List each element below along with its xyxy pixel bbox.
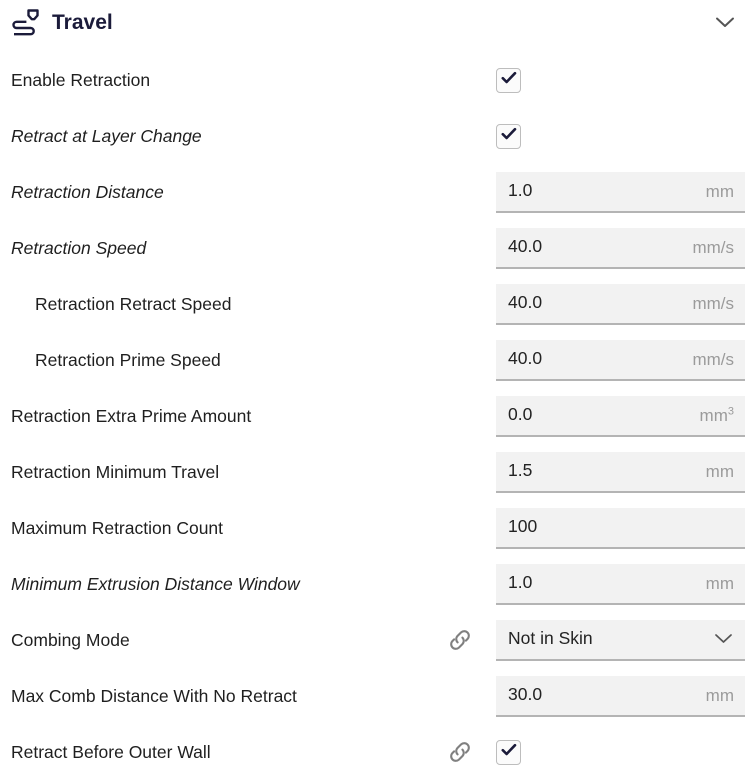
setting-label: Retraction Extra Prime Amount xyxy=(11,405,252,426)
checkmark-icon xyxy=(501,127,517,146)
setting-value: 40.0 xyxy=(508,292,543,313)
setting-control xyxy=(496,52,521,108)
setting-value: 0.0 xyxy=(508,404,533,425)
setting-unit: mm xyxy=(705,461,734,481)
setting-value: 30.0 xyxy=(508,684,543,705)
setting-row: Retract Before Outer Wall xyxy=(0,724,751,780)
chevron-down-icon[interactable] xyxy=(712,12,738,32)
setting-row: Retraction Extra Prime Amount 0.0 mm3 xyxy=(0,388,751,444)
setting-unit: mm/s xyxy=(692,349,734,369)
setting-unit: mm xyxy=(705,573,734,593)
setting-label: Max Comb Distance With No Retract xyxy=(11,685,297,706)
setting-unit: mm xyxy=(705,685,734,705)
setting-label: Retraction Minimum Travel xyxy=(11,461,220,482)
setting-row: Retraction Speed 40.0 mm/s xyxy=(0,220,751,276)
travel-section-header[interactable]: Travel xyxy=(0,0,751,46)
checkmark-icon xyxy=(501,743,517,762)
setting-control: 1.0 mm xyxy=(496,556,745,612)
setting-input-field[interactable]: 40.0 mm/s xyxy=(496,283,745,325)
setting-checkbox[interactable] xyxy=(496,123,521,149)
dropdown-selected-value: Not in Skin xyxy=(508,628,593,649)
setting-unit: mm/s xyxy=(692,293,734,313)
setting-row: Combing Mode Not in Skin xyxy=(0,612,751,668)
setting-control: 40.0 mm/s xyxy=(496,220,745,276)
link-icon[interactable] xyxy=(447,724,473,780)
setting-control: 100 xyxy=(496,500,745,556)
setting-input-field[interactable]: 1.0 mm xyxy=(496,171,745,213)
setting-row: Retraction Distance 1.0 mm xyxy=(0,164,751,220)
travel-settings-panel: Travel Enable Retraction Retract at Layer… xyxy=(0,0,751,769)
setting-unit: mm/s xyxy=(692,237,734,257)
setting-label: Enable Retraction xyxy=(11,69,151,90)
setting-label: Retraction Prime Speed xyxy=(35,349,221,370)
setting-value: 40.0 xyxy=(508,348,543,369)
setting-unit: mm xyxy=(705,181,734,201)
setting-input-field[interactable]: 0.0 mm3 xyxy=(496,395,745,437)
travel-nozzle-icon xyxy=(10,8,44,38)
setting-value: 1.0 xyxy=(508,572,533,593)
setting-value: 1.5 xyxy=(508,460,533,481)
setting-row: Retract at Layer Change xyxy=(0,108,751,164)
setting-value: 100 xyxy=(508,516,538,537)
setting-label: Combing Mode xyxy=(11,629,130,650)
setting-control: 40.0 mm/s xyxy=(496,332,745,388)
setting-row: Retraction Prime Speed 40.0 mm/s xyxy=(0,332,751,388)
setting-row: Retraction Minimum Travel 1.5 mm xyxy=(0,444,751,500)
setting-row: Minimum Extrusion Distance Window 1.0 mm xyxy=(0,556,751,612)
setting-label: Maximum Retraction Count xyxy=(11,517,224,538)
setting-input-field[interactable]: 30.0 mm xyxy=(496,675,745,717)
checkmark-icon xyxy=(501,71,517,90)
setting-input-field[interactable]: 40.0 mm/s xyxy=(496,339,745,381)
setting-unit: mm3 xyxy=(699,404,734,425)
setting-dropdown[interactable]: Not in Skin xyxy=(496,619,745,661)
setting-checkbox[interactable] xyxy=(496,67,521,93)
setting-input-field[interactable]: 1.0 mm xyxy=(496,563,745,605)
page-title: Travel xyxy=(52,11,113,34)
setting-value: 1.0 xyxy=(508,180,533,201)
setting-control: 40.0 mm/s xyxy=(496,276,745,332)
setting-value: 40.0 xyxy=(508,236,543,257)
setting-label: Retraction Speed xyxy=(11,237,147,258)
setting-control: 1.5 mm xyxy=(496,444,745,500)
setting-label: Retraction Retract Speed xyxy=(35,293,232,314)
setting-control: Not in Skin xyxy=(496,612,745,668)
chevron-down-icon[interactable] xyxy=(713,632,733,646)
setting-row: Enable Retraction xyxy=(0,52,751,108)
setting-label: Minimum Extrusion Distance Window xyxy=(11,573,300,594)
setting-row: Max Comb Distance With No Retract 30.0 mm xyxy=(0,668,751,724)
link-icon[interactable] xyxy=(447,612,473,668)
setting-row: Maximum Retraction Count 100 xyxy=(0,500,751,556)
setting-checkbox[interactable] xyxy=(496,739,521,765)
setting-input-field[interactable]: 100 xyxy=(496,507,745,549)
setting-input-field[interactable]: 1.5 mm xyxy=(496,451,745,493)
setting-label: Retract Before Outer Wall xyxy=(11,741,211,762)
setting-control xyxy=(496,108,521,164)
setting-label: Retract at Layer Change xyxy=(11,125,202,146)
setting-control: 1.0 mm xyxy=(496,164,745,220)
setting-input-field[interactable]: 40.0 mm/s xyxy=(496,227,745,269)
setting-label: Retraction Distance xyxy=(11,181,164,202)
setting-control xyxy=(496,724,521,780)
setting-control: 30.0 mm xyxy=(496,668,745,724)
setting-control: 0.0 mm3 xyxy=(496,388,745,444)
setting-row: Retraction Retract Speed 40.0 mm/s xyxy=(0,276,751,332)
